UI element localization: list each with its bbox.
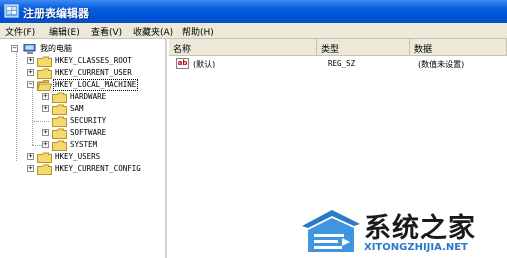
table-row[interactable]: ab (默认) REG_SZ (数值未设置) [173,58,503,70]
house-logo-icon [302,210,360,252]
tree-node-hkcu[interactable]: + HKEY_CURRENT_USER [0,67,160,79]
expand-icon[interactable]: + [27,153,34,160]
collapse-icon[interactable]: − [11,45,18,52]
tree-node-label: SYSTEM [70,140,98,149]
tree-node-label: HKEY_LOCAL_MACHINE [52,79,139,91]
tree-node-hkcc[interactable]: + HKEY_CURRENT_CONFIG [0,163,160,175]
tree-node-system[interactable]: + SYSTEM [0,139,160,151]
folder-icon [37,152,52,163]
tree-node-label: HARDWARE [70,92,107,101]
computer-icon [23,44,36,54]
column-header-name[interactable]: 名称 [169,39,317,56]
menu-view[interactable]: 查看(V) [91,25,122,38]
watermark-text: 系统之家 [364,213,476,244]
expand-icon[interactable]: + [42,105,49,112]
tree-node-label: HKEY_USERS [55,152,101,161]
tree-node-sam[interactable]: + SAM [0,103,160,115]
open-folder-icon [37,80,52,91]
expand-icon[interactable]: + [42,141,49,148]
tree-node-label: HKEY_CURRENT_CONFIG [55,164,141,173]
value-name: (默认) [193,60,216,69]
value-type: REG_SZ [328,59,356,68]
tree-node-hkcr[interactable]: + HKEY_CLASSES_ROOT [0,55,160,67]
column-header-type[interactable]: 类型 [317,39,410,56]
expand-icon[interactable]: + [27,57,34,64]
tree-node-hardware[interactable]: + HARDWARE [0,91,160,103]
title-bar: 注册表编辑器 [0,0,507,23]
tree-node-hklm[interactable]: − HKEY_LOCAL_MACHINE [0,79,160,91]
tree-node-label: SOFTWARE [70,128,107,137]
expand-icon[interactable]: + [27,165,34,172]
watermark-url: XITONGZHIJIA.NET [364,242,468,253]
tree-guide-line [33,121,49,122]
menu-favorites[interactable]: 收藏夹(A) [133,25,173,38]
folder-icon [52,116,67,127]
folder-icon [37,56,52,67]
folder-icon [52,104,67,115]
watermark: 系统之家 XITONGZHIJIA.NET [298,204,503,256]
folder-icon [52,92,67,103]
tree-node-hku[interactable]: + HKEY_USERS [0,151,160,163]
expand-icon[interactable]: + [42,93,49,100]
menu-file[interactable]: 文件(F) [5,25,35,38]
expand-icon[interactable]: + [42,129,49,136]
menu-bar: 文件(F) 编辑(E) 查看(V) 收藏夹(A) 帮助(H) [0,23,507,39]
tree-node-label: 我的电脑 [40,44,72,53]
registry-tree[interactable]: − 我的电脑 + HKEY_CLASSES_ROOT + HKEY_CURREN… [0,39,167,258]
folder-icon [37,164,52,175]
tree-node-label: SAM [70,104,84,113]
value-data: (数值未设置) [418,60,465,69]
collapse-icon[interactable]: − [27,81,34,88]
ab-string-icon: ab [176,58,189,69]
tree-node-label: HKEY_CURRENT_USER [55,68,132,77]
tree-node-security[interactable]: SECURITY [0,115,160,127]
window-title: 注册表编辑器 [23,7,89,20]
folder-icon [52,128,67,139]
regedit-app-icon [4,4,19,18]
column-header-data[interactable]: 数据 [410,39,507,56]
tree-node-software[interactable]: + SOFTWARE [0,127,160,139]
tree-node-label: HKEY_CLASSES_ROOT [55,56,132,65]
menu-help[interactable]: 帮助(H) [182,25,214,38]
menu-edit[interactable]: 编辑(E) [49,25,80,38]
folder-icon [52,140,67,151]
tree-node-my-computer[interactable]: − 我的电脑 [0,43,160,55]
expand-icon[interactable]: + [27,69,34,76]
tree-node-label: SECURITY [70,116,107,125]
folder-icon [37,68,52,79]
